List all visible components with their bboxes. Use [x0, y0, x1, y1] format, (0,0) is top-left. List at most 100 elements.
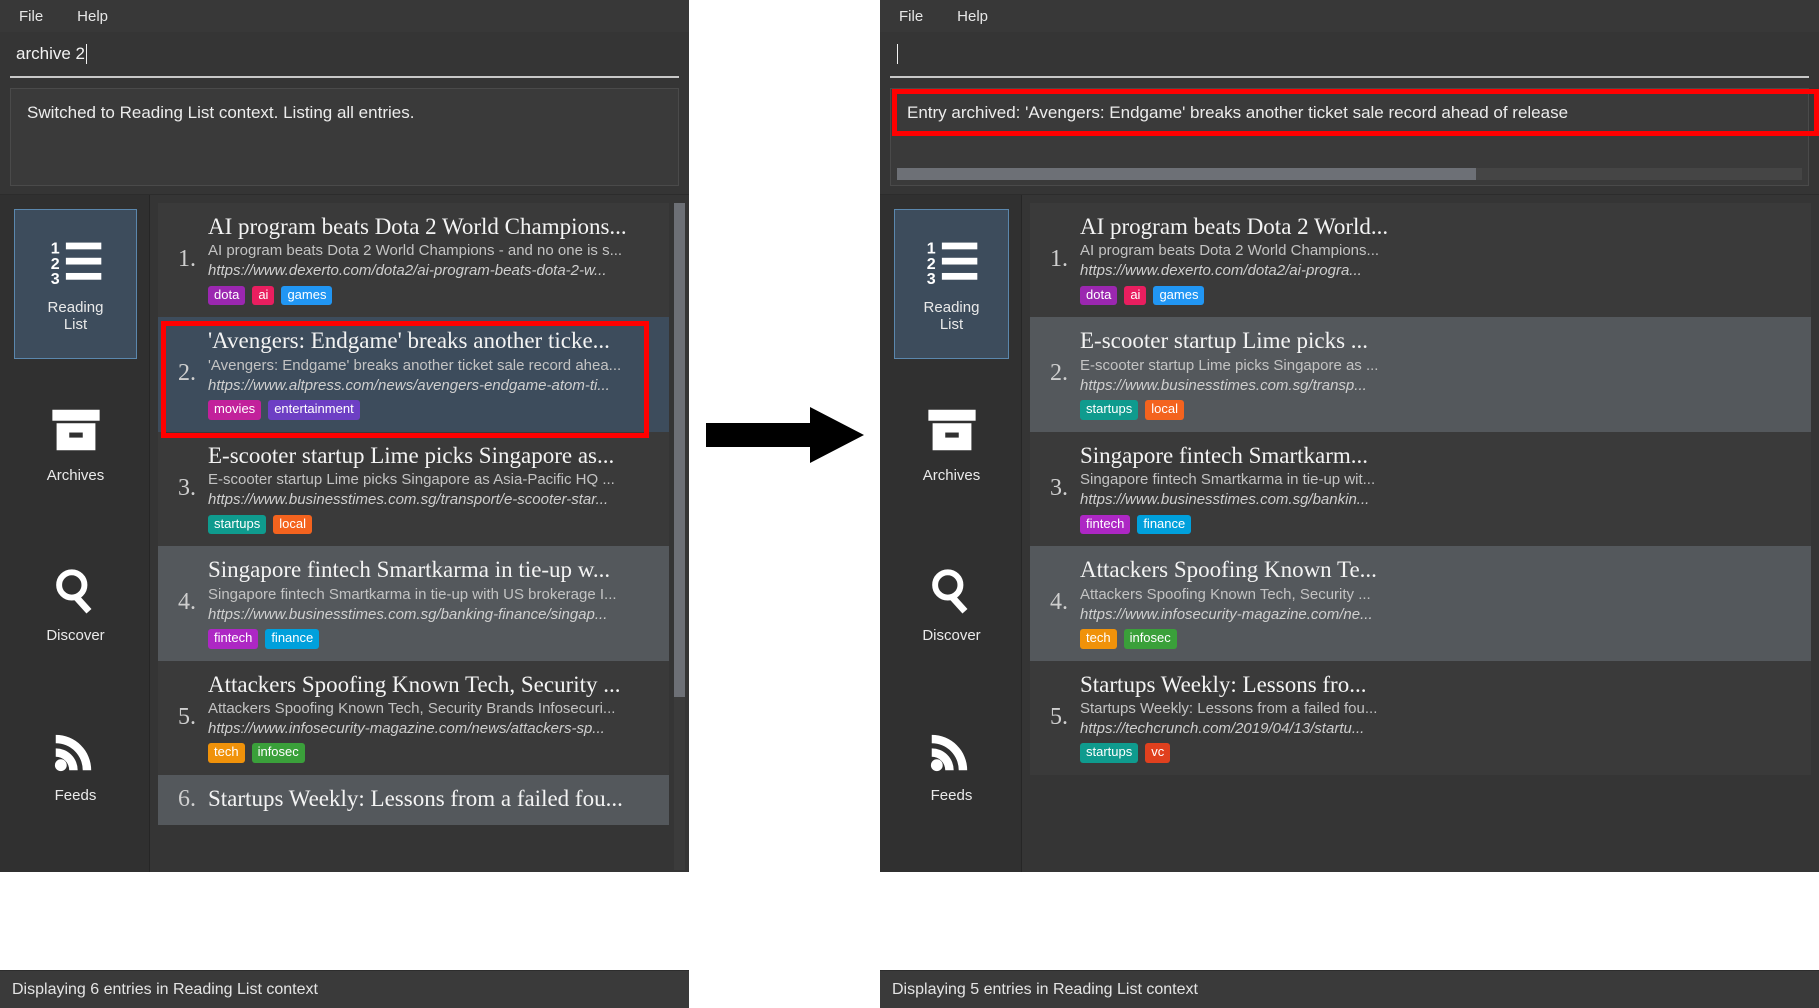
table-row[interactable]: 4. Singapore fintech Smartkarma in tie-up…: [158, 546, 669, 661]
status-badge[interactable]: startups: [208, 514, 267, 535]
table-row[interactable]: 1. AI program beats Dota 2 World Champion…: [158, 203, 669, 318]
status-text: Displaying 6 entries in Reading List con…: [12, 980, 318, 998]
entry-index: 3.: [178, 474, 196, 501]
status-badge[interactable]: ai: [252, 285, 275, 306]
status-badge[interactable]: local: [273, 514, 312, 535]
transition-arrow-icon: [706, 407, 864, 463]
sidebar-item-label: Feeds: [930, 787, 973, 805]
status-badge[interactable]: ai: [1124, 285, 1147, 306]
sidebar-item-label: Archives: [922, 467, 981, 485]
menu-file[interactable]: File: [894, 5, 928, 28]
entry-list-left[interactable]: 1. AI program beats Dota 2 World Champion…: [150, 195, 689, 872]
table-row[interactable]: 1. AI program beats Dota 2 World... AI pro…: [1030, 203, 1811, 318]
table-row[interactable]: 2. 'Avengers: Endgame' breaks another tic…: [158, 317, 669, 432]
entry-index: 3.: [1050, 474, 1068, 501]
status-badge[interactable]: finance: [1137, 514, 1192, 535]
sidebar-item-feeds[interactable]: Feeds: [14, 689, 137, 839]
entry-description: Attackers Spoofing Known Tech, Security …: [1080, 585, 1371, 603]
entry-list-right[interactable]: 1. AI program beats Dota 2 World... AI pro…: [1022, 195, 1819, 872]
command-input[interactable]: archive 2: [10, 38, 679, 78]
entry-title: AI program beats Dota 2 World Champions.…: [208, 214, 627, 239]
entry-tags: startups local: [208, 514, 661, 535]
sidebar-item-feeds[interactable]: Feeds: [894, 689, 1009, 839]
status-badge[interactable]: dota: [1080, 285, 1118, 306]
entry-description: E-scooter startup Lime picks Singapore a…: [208, 471, 615, 489]
entry-index: 4.: [1050, 589, 1068, 616]
status-badge[interactable]: fintech: [208, 629, 259, 649]
entry-url[interactable]: https://www.dexerto.com/dota2/ai-program…: [208, 261, 661, 281]
status-badge[interactable]: entertainment: [268, 400, 360, 420]
entry-url[interactable]: https://www.altpress.com/news/avengers-e…: [208, 376, 661, 396]
status-badge[interactable]: movies: [208, 400, 262, 420]
entry-description: AI program beats Dota 2 World Champions …: [208, 242, 623, 260]
entry-url[interactable]: https://www.businesstimes.com.sg/banking…: [208, 605, 661, 625]
status-badge[interactable]: tech: [208, 743, 245, 764]
command-bar-right: [880, 32, 1819, 78]
status-badge[interactable]: startups: [1080, 743, 1139, 764]
menu-help[interactable]: Help: [952, 5, 993, 28]
sidebar-item-reading-list[interactable]: 1 2 3 Reading List: [14, 209, 137, 359]
menu-file[interactable]: File: [14, 5, 48, 28]
output-pane-left: Switched to Reading List context. Listin…: [10, 88, 679, 186]
table-row[interactable]: 3. E-scooter startup Lime picks Singapore…: [158, 431, 669, 547]
scrollbar-thumb[interactable]: [674, 203, 685, 697]
sidebar-item-archives[interactable]: Archives: [14, 369, 137, 519]
status-badge[interactable]: infosec: [1123, 629, 1177, 649]
table-row[interactable]: 2. E-scooter startup Lime picks ... E-scoo…: [1030, 317, 1811, 432]
entry-url[interactable]: https://www.infosecurity-magazine.com/ne…: [208, 719, 661, 739]
entry-url[interactable]: https://www.dexerto.com/dota2/ai-progra.…: [1080, 261, 1803, 281]
entry-url[interactable]: https://www.businesstimes.com.sg/bankin.…: [1080, 490, 1803, 510]
output-scrollbar[interactable]: [897, 168, 1802, 180]
list-scrollbar[interactable]: [674, 203, 685, 870]
sidebar-item-discover[interactable]: Discover: [894, 529, 1009, 679]
sidebar-item-reading-list[interactable]: 1 2 3 Reading List: [894, 209, 1009, 359]
menu-help[interactable]: Help: [72, 5, 113, 28]
entry-title: 'Avengers: Endgame' breaks another ticke…: [208, 328, 610, 354]
entry-body: AI program beats Dota 2 World Champions.…: [208, 213, 661, 306]
status-badge[interactable]: dota: [208, 285, 246, 306]
text-caret: [85, 44, 87, 64]
archive-box-icon: [927, 410, 976, 451]
entry-url[interactable]: https://www.businesstimes.com.sg/transp.…: [1080, 376, 1803, 396]
entry-tags: fintech finance: [1080, 514, 1803, 535]
status-badge[interactable]: games: [1153, 285, 1205, 306]
table-row[interactable]: 5. Attackers Spoofing Known Tech, Securit…: [158, 660, 669, 776]
archive-box-icon: [51, 410, 100, 451]
entry-body: Singapore fintech Smartkarma in tie-up w…: [208, 556, 661, 649]
entry-tags: dota ai games: [208, 285, 661, 306]
entry-title: Startups Weekly: Lessons from a failed f…: [208, 786, 623, 812]
sidebar-item-archives[interactable]: Archives: [894, 369, 1009, 519]
entry-url[interactable]: https://techcrunch.com/2019/04/13/startu…: [1080, 719, 1803, 739]
entry-body: Attackers Spoofing Known Te... Attackers …: [1080, 556, 1803, 649]
command-input-value: archive 2: [16, 44, 85, 63]
status-badge[interactable]: infosec: [251, 743, 305, 764]
status-badge[interactable]: startups: [1080, 400, 1139, 420]
entry-body: Singapore fintech Smartkarm... Singapore …: [1080, 442, 1803, 535]
entry-index: 1.: [1050, 245, 1068, 272]
status-badge[interactable]: vc: [1145, 743, 1171, 764]
scrollbar-thumb[interactable]: [897, 168, 1477, 180]
status-badge[interactable]: games: [281, 285, 333, 306]
entry-tags: dota ai games: [1080, 285, 1803, 306]
output-pane-right: Entry archived: 'Avengers: Endgame' brea…: [890, 88, 1809, 186]
entry-url[interactable]: https://www.infosecurity-magazine.com/ne…: [1080, 605, 1803, 625]
table-row[interactable]: 5. Startups Weekly: Lessons fro... Startup…: [1030, 660, 1811, 776]
entry-description: Startups Weekly: Lessons from a failed f…: [1080, 699, 1378, 717]
magnifier-icon: [55, 569, 91, 614]
status-badge[interactable]: tech: [1080, 629, 1117, 649]
entry-tags: fintech finance: [208, 629, 661, 649]
status-badge[interactable]: local: [1145, 400, 1184, 420]
entry-index: 6.: [178, 785, 196, 812]
sidebar-item-discover[interactable]: Discover: [14, 529, 137, 679]
command-input[interactable]: [890, 38, 1809, 78]
numbered-list-icon: 1 2 3: [50, 239, 101, 288]
table-row[interactable]: 3. Singapore fintech Smartkarm... Singapor…: [1030, 431, 1811, 547]
table-row[interactable]: 4. Attackers Spoofing Known Te... Attacker…: [1030, 546, 1811, 661]
entry-title: Attackers Spoofing Known Tech, Security …: [208, 671, 621, 697]
table-row[interactable]: 6. Startups Weekly: Lessons from a failed…: [158, 775, 669, 826]
statusbar-right: Displaying 5 entries in Reading List con…: [880, 970, 1819, 1008]
status-badge[interactable]: fintech: [1080, 514, 1131, 535]
status-badge[interactable]: finance: [265, 629, 320, 649]
entry-url[interactable]: https://www.businesstimes.com.sg/transpo…: [208, 490, 661, 510]
entry-title: E-scooter startup Lime picks ...: [1080, 328, 1369, 354]
